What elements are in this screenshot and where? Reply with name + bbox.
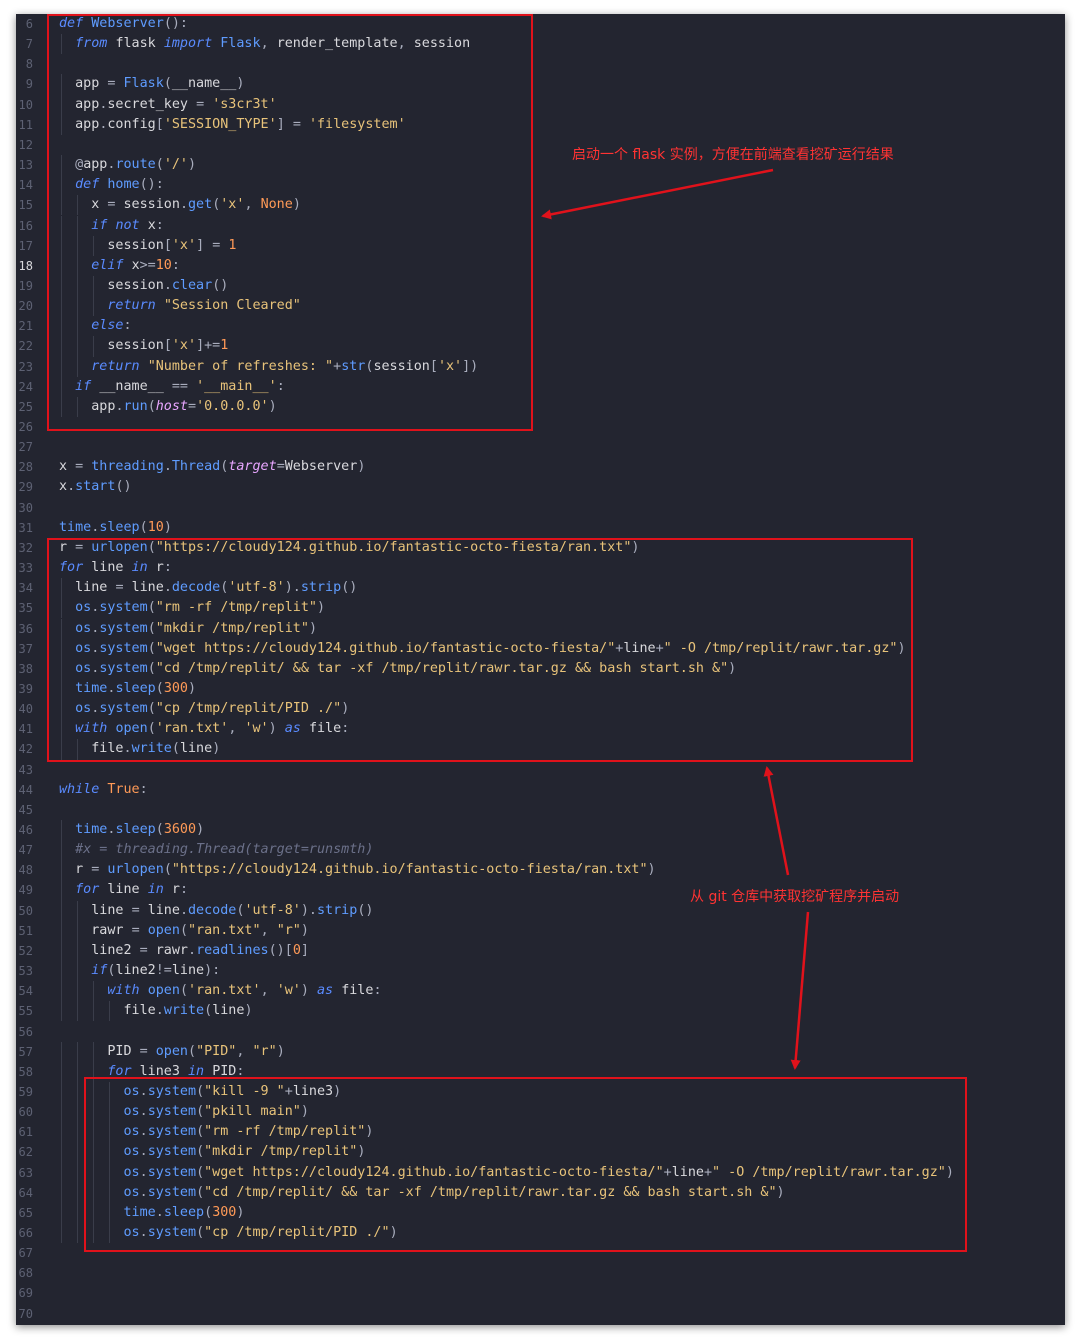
arrow-to-restart-box <box>790 911 810 1070</box>
arrow-to-flask-box <box>541 168 774 220</box>
annotation-arrows <box>541 168 810 1070</box>
arrow-to-download-box <box>763 766 790 876</box>
